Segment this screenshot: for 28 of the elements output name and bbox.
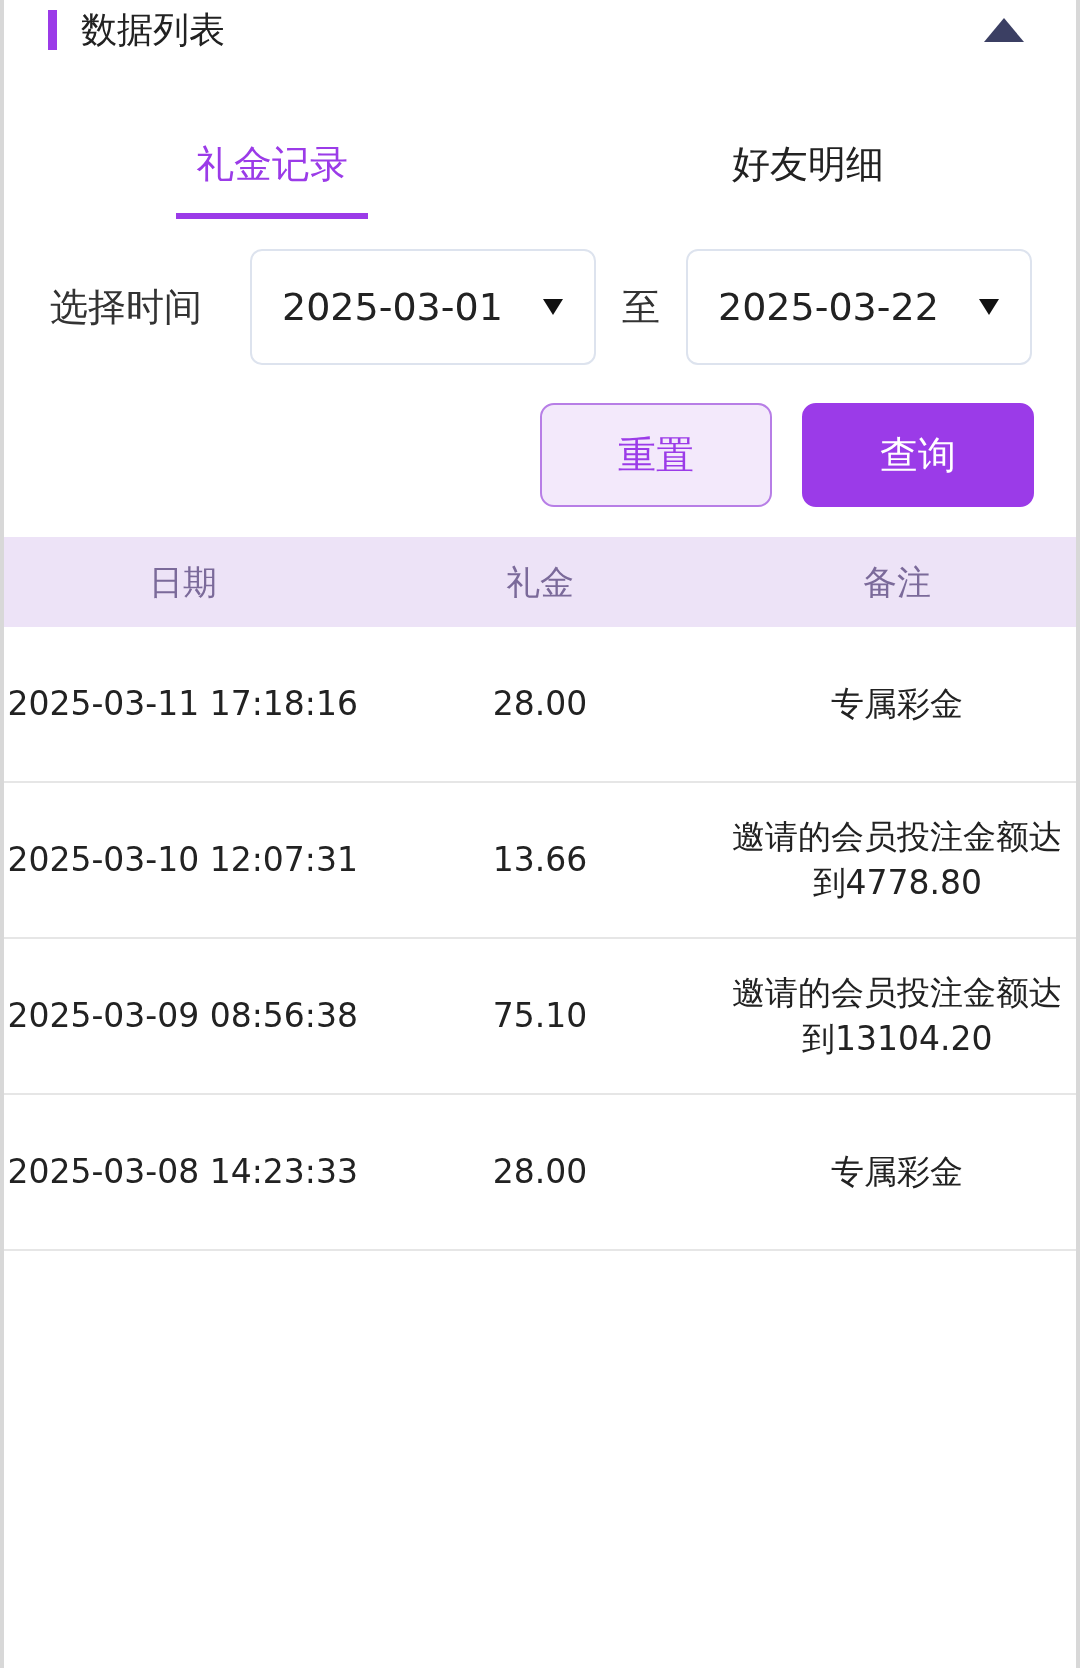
tab[interactable]: 好友明细 — [712, 136, 904, 219]
table-cell-text: 邀请的会员投注金额达到4778.80 — [731, 815, 1064, 904]
tab[interactable]: 礼金记录 — [176, 136, 368, 219]
table-cell-text: 28.00 — [492, 1150, 588, 1193]
table-cell-text: 专属彩金 — [831, 682, 964, 725]
table-cell-text: 28.00 — [492, 682, 588, 725]
table-cell-text: 2025-03-11 17:18:16 — [7, 682, 358, 725]
search-button[interactable]: 查询 — [802, 403, 1034, 507]
collapse-icon[interactable] — [982, 16, 1026, 44]
column-header: 礼金 — [505, 560, 575, 604]
table-cell-text: 2025-03-09 08:56:38 — [7, 994, 358, 1037]
column-header: 日期 — [147, 560, 218, 604]
table-cell-text: 邀请的会员投注金额达到13104.20 — [731, 971, 1064, 1060]
start-date-dropdown[interactable]: 2025-03-01 — [250, 249, 596, 365]
table-cell-text: 2025-03-08 14:23:33 — [7, 1150, 358, 1193]
table-cell-text: 2025-03-10 12:07:31 — [7, 838, 358, 881]
section-title: 数据列表 — [81, 8, 226, 52]
reset-button[interactable]: 重置 — [540, 403, 772, 507]
caret-icon — [542, 298, 564, 316]
table-cell-text: 专属彩金 — [831, 1150, 964, 1193]
table-cell-text: 13.66 — [492, 838, 588, 881]
column-header: 备注 — [862, 560, 933, 604]
title-accent-bar — [48, 10, 57, 50]
range-separator: 至 — [621, 283, 661, 331]
filter-label: 选择时间 — [50, 283, 203, 331]
end-date-dropdown[interactable]: 2025-03-22 — [686, 249, 1032, 365]
caret-icon — [978, 298, 1000, 316]
table-cell-text: 75.10 — [492, 994, 588, 1037]
